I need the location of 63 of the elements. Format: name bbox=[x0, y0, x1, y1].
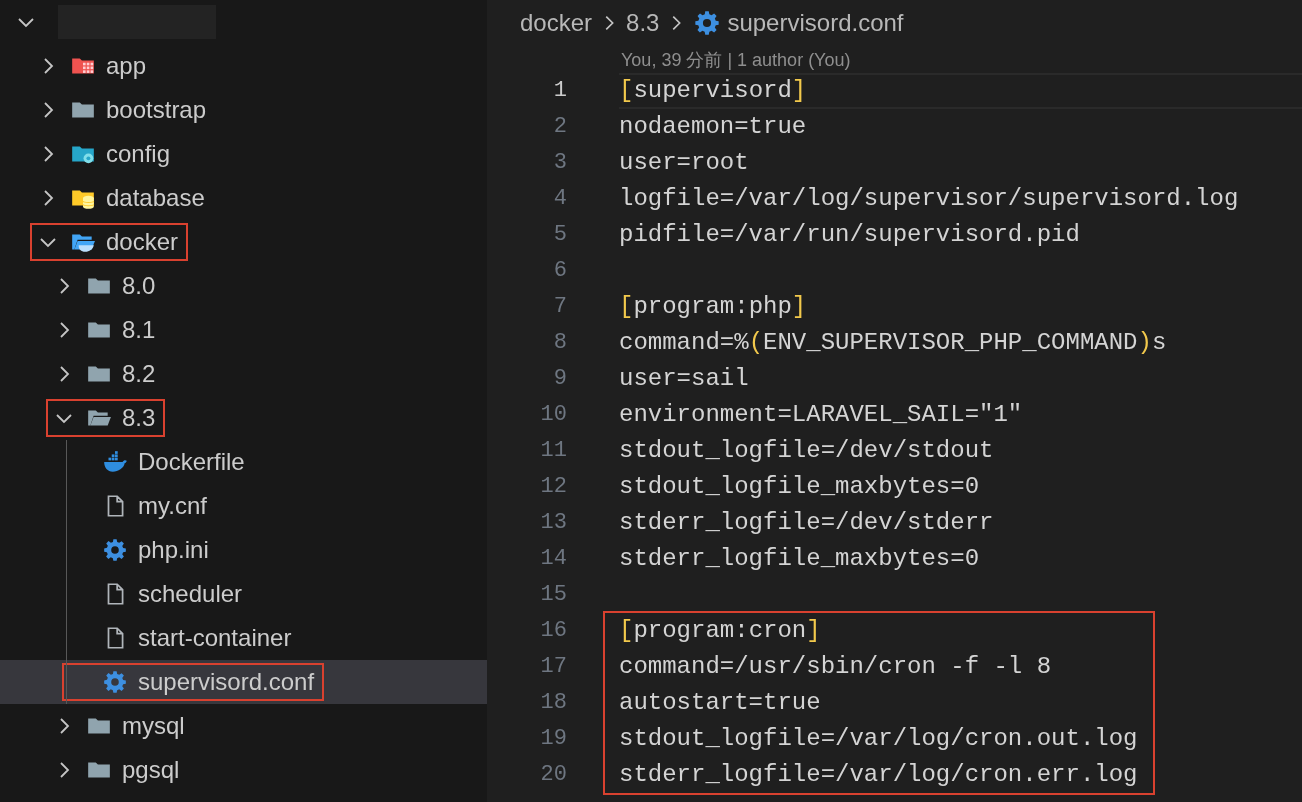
tree-item[interactable]: bootstrap bbox=[30, 91, 217, 129]
code-line: stdout_logfile_maxbytes=0 bbox=[619, 473, 980, 500]
line-number: 2 bbox=[552, 113, 567, 141]
line-number: 6 bbox=[552, 257, 567, 285]
code-line: command=%(ENV_SUPERVISOR_PHP_COMMAND)s bbox=[619, 329, 1167, 356]
whale-icon bbox=[102, 449, 128, 475]
line-number: 8 bbox=[552, 329, 567, 357]
code-line: pidfile=/var/run/supervisord.pid bbox=[619, 221, 1080, 248]
line-number: 18 bbox=[539, 689, 567, 717]
code-line: environment=LARAVEL_SAIL="1" bbox=[619, 401, 1023, 428]
line-number: 9 bbox=[552, 365, 567, 393]
blame-annotation: You, 39 分前 | 1 author (You) bbox=[621, 48, 851, 72]
code-line: stderr_logfile=/var/log/cron.err.log bbox=[619, 761, 1138, 788]
line-number: 10 bbox=[539, 401, 567, 429]
line-number: 14 bbox=[539, 545, 567, 573]
tree-item[interactable]: config bbox=[30, 135, 181, 173]
tree-item[interactable]: app bbox=[30, 47, 157, 85]
line-number: 3 bbox=[552, 149, 567, 177]
breadcrumb-item[interactable]: docker bbox=[520, 9, 593, 37]
tree-item[interactable]: supervisord.conf bbox=[62, 663, 325, 701]
code-line: logfile=/var/log/supervisor/supervisord.log bbox=[619, 185, 1239, 212]
tree-item[interactable]: Dockerfile bbox=[62, 443, 255, 481]
line-number: 16 bbox=[539, 617, 567, 645]
code-line: [program:php] bbox=[619, 293, 807, 320]
line-number: 15 bbox=[539, 581, 567, 609]
code-line: command=/usr/sbin/cron -f -l 8 bbox=[619, 653, 1052, 680]
tree-item[interactable]: 8.2 bbox=[46, 355, 166, 393]
tree-item[interactable]: pgsql bbox=[46, 751, 190, 789]
code-line: [program:cron] bbox=[619, 617, 821, 644]
tree-item[interactable]: 8.0 bbox=[46, 267, 166, 305]
code-line: [supervisord] bbox=[619, 77, 807, 104]
code-line: stdout_logfile=/var/log/cron.out.log bbox=[619, 725, 1138, 752]
tree-item[interactable]: 8.3 bbox=[46, 399, 166, 437]
tree-item[interactable]: mysql bbox=[46, 707, 195, 745]
line-number: 17 bbox=[539, 653, 567, 681]
line-number: 7 bbox=[552, 293, 567, 321]
code-line: user=root bbox=[619, 149, 749, 176]
line-number: 12 bbox=[539, 473, 567, 501]
line-number: 13 bbox=[539, 509, 567, 537]
tree-item[interactable]: php.ini bbox=[62, 531, 219, 569]
code-line: nodaemon=true bbox=[619, 113, 807, 140]
line-number: 4 bbox=[552, 185, 567, 213]
line-number: 20 bbox=[539, 761, 567, 789]
line-number: 19 bbox=[539, 725, 567, 753]
tree-item[interactable]: start-container bbox=[62, 619, 302, 657]
line-number: 1 bbox=[552, 77, 567, 105]
gear-icon bbox=[693, 9, 722, 37]
code-line: stdout_logfile=/dev/stdout bbox=[619, 437, 994, 464]
code-line: user=sail bbox=[619, 365, 749, 392]
tree-item[interactable]: docker bbox=[30, 223, 189, 261]
tree-item[interactable]: my.cnf bbox=[62, 487, 217, 525]
gear-icon bbox=[102, 669, 128, 695]
tree-item[interactable]: 8.1 bbox=[46, 311, 166, 349]
code-line: stderr_logfile_maxbytes=0 bbox=[619, 545, 980, 572]
tree-item[interactable]: database bbox=[30, 179, 215, 217]
tree-item[interactable]: scheduler bbox=[62, 575, 253, 613]
code-line: stderr_logfile=/dev/stderr bbox=[619, 509, 994, 536]
gear-icon bbox=[102, 537, 128, 563]
breadcrumb-item[interactable]: supervisord.conf bbox=[727, 9, 904, 37]
line-number: 5 bbox=[552, 221, 567, 249]
line-number: 11 bbox=[539, 437, 567, 465]
code-line: autostart=true bbox=[619, 689, 821, 716]
breadcrumb-item[interactable]: 8.3 bbox=[626, 9, 660, 37]
